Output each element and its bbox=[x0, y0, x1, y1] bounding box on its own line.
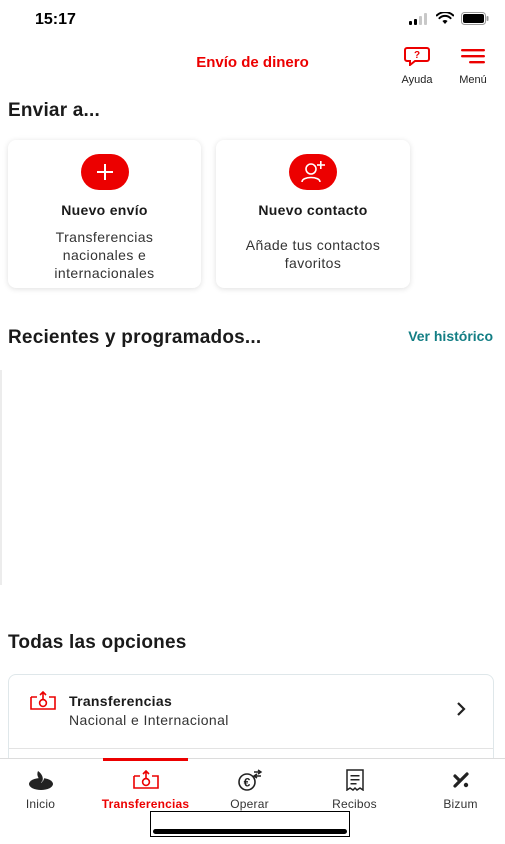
battery-icon bbox=[461, 12, 489, 30]
nav-operar[interactable]: € Operar bbox=[199, 759, 300, 815]
history-link[interactable]: Ver histórico bbox=[408, 328, 493, 344]
signal-icon bbox=[409, 12, 429, 30]
nav-recibos[interactable]: Recibos bbox=[304, 759, 405, 815]
new-contact-card[interactable]: Nuevo contacto Añade tus contactos favor… bbox=[216, 140, 410, 288]
new-transfer-title: Nuevo envío bbox=[61, 202, 148, 218]
nav-recibos-label: Recibos bbox=[332, 797, 377, 811]
nav-inicio[interactable]: Inicio bbox=[0, 759, 91, 815]
nav-operar-label: Operar bbox=[230, 797, 269, 811]
menu-button[interactable]: Menú bbox=[451, 46, 495, 86]
nav-transferencias-label: Transferencias bbox=[101, 797, 190, 811]
nav-inicio-label: Inicio bbox=[25, 797, 56, 811]
bizum-icon bbox=[410, 768, 505, 792]
transfer-icon bbox=[29, 690, 57, 716]
status-bar: 15:17 bbox=[0, 0, 505, 40]
new-transfer-card[interactable]: Nuevo envío Transferencias nacionales e … bbox=[8, 140, 201, 288]
menu-label: Menú bbox=[459, 74, 487, 86]
help-button[interactable]: ? Ayuda bbox=[395, 46, 439, 86]
euro-exchange-icon: € bbox=[199, 768, 300, 792]
new-contact-description: Añade tus contactos favoritos bbox=[245, 237, 381, 271]
send-section-title: Enviar a... bbox=[8, 100, 100, 121]
transfer-icon bbox=[95, 768, 196, 792]
plus-icon bbox=[80, 154, 129, 190]
svg-text:€: € bbox=[243, 776, 250, 790]
recent-section-title: Recientes y programados... bbox=[8, 327, 262, 348]
chevron-right-icon bbox=[455, 701, 467, 722]
all-options-title: Todas las opciones bbox=[8, 632, 187, 653]
chat-help-icon: ? bbox=[404, 46, 430, 71]
status-icons bbox=[409, 11, 489, 30]
new-contact-title: Nuevo contacto bbox=[258, 202, 368, 218]
recent-list-area bbox=[0, 370, 2, 585]
option-subtitle: Nacional e Internacional bbox=[69, 712, 229, 728]
add-contact-icon bbox=[289, 154, 337, 190]
nav-bizum[interactable]: Bizum bbox=[410, 759, 505, 815]
help-label: Ayuda bbox=[401, 74, 433, 86]
nav-transferencias[interactable]: Transferencias bbox=[95, 759, 196, 815]
new-transfer-description: Transferencias nacionales e internaciona… bbox=[54, 229, 155, 281]
home-indicator[interactable] bbox=[150, 811, 350, 837]
nav-bizum-label: Bizum bbox=[443, 797, 478, 811]
svg-text:?: ? bbox=[414, 50, 420, 61]
wifi-icon bbox=[435, 11, 455, 30]
option-transfers[interactable]: Transferencias Nacional e Internacional bbox=[9, 675, 493, 749]
status-time: 15:17 bbox=[35, 11, 76, 28]
santander-flame-icon bbox=[0, 768, 91, 792]
app-header: Envío de dinero ? Ayuda Menú bbox=[0, 40, 505, 92]
option-title: Transferencias bbox=[69, 693, 173, 709]
receipt-icon bbox=[304, 768, 405, 792]
hamburger-icon bbox=[460, 46, 486, 71]
